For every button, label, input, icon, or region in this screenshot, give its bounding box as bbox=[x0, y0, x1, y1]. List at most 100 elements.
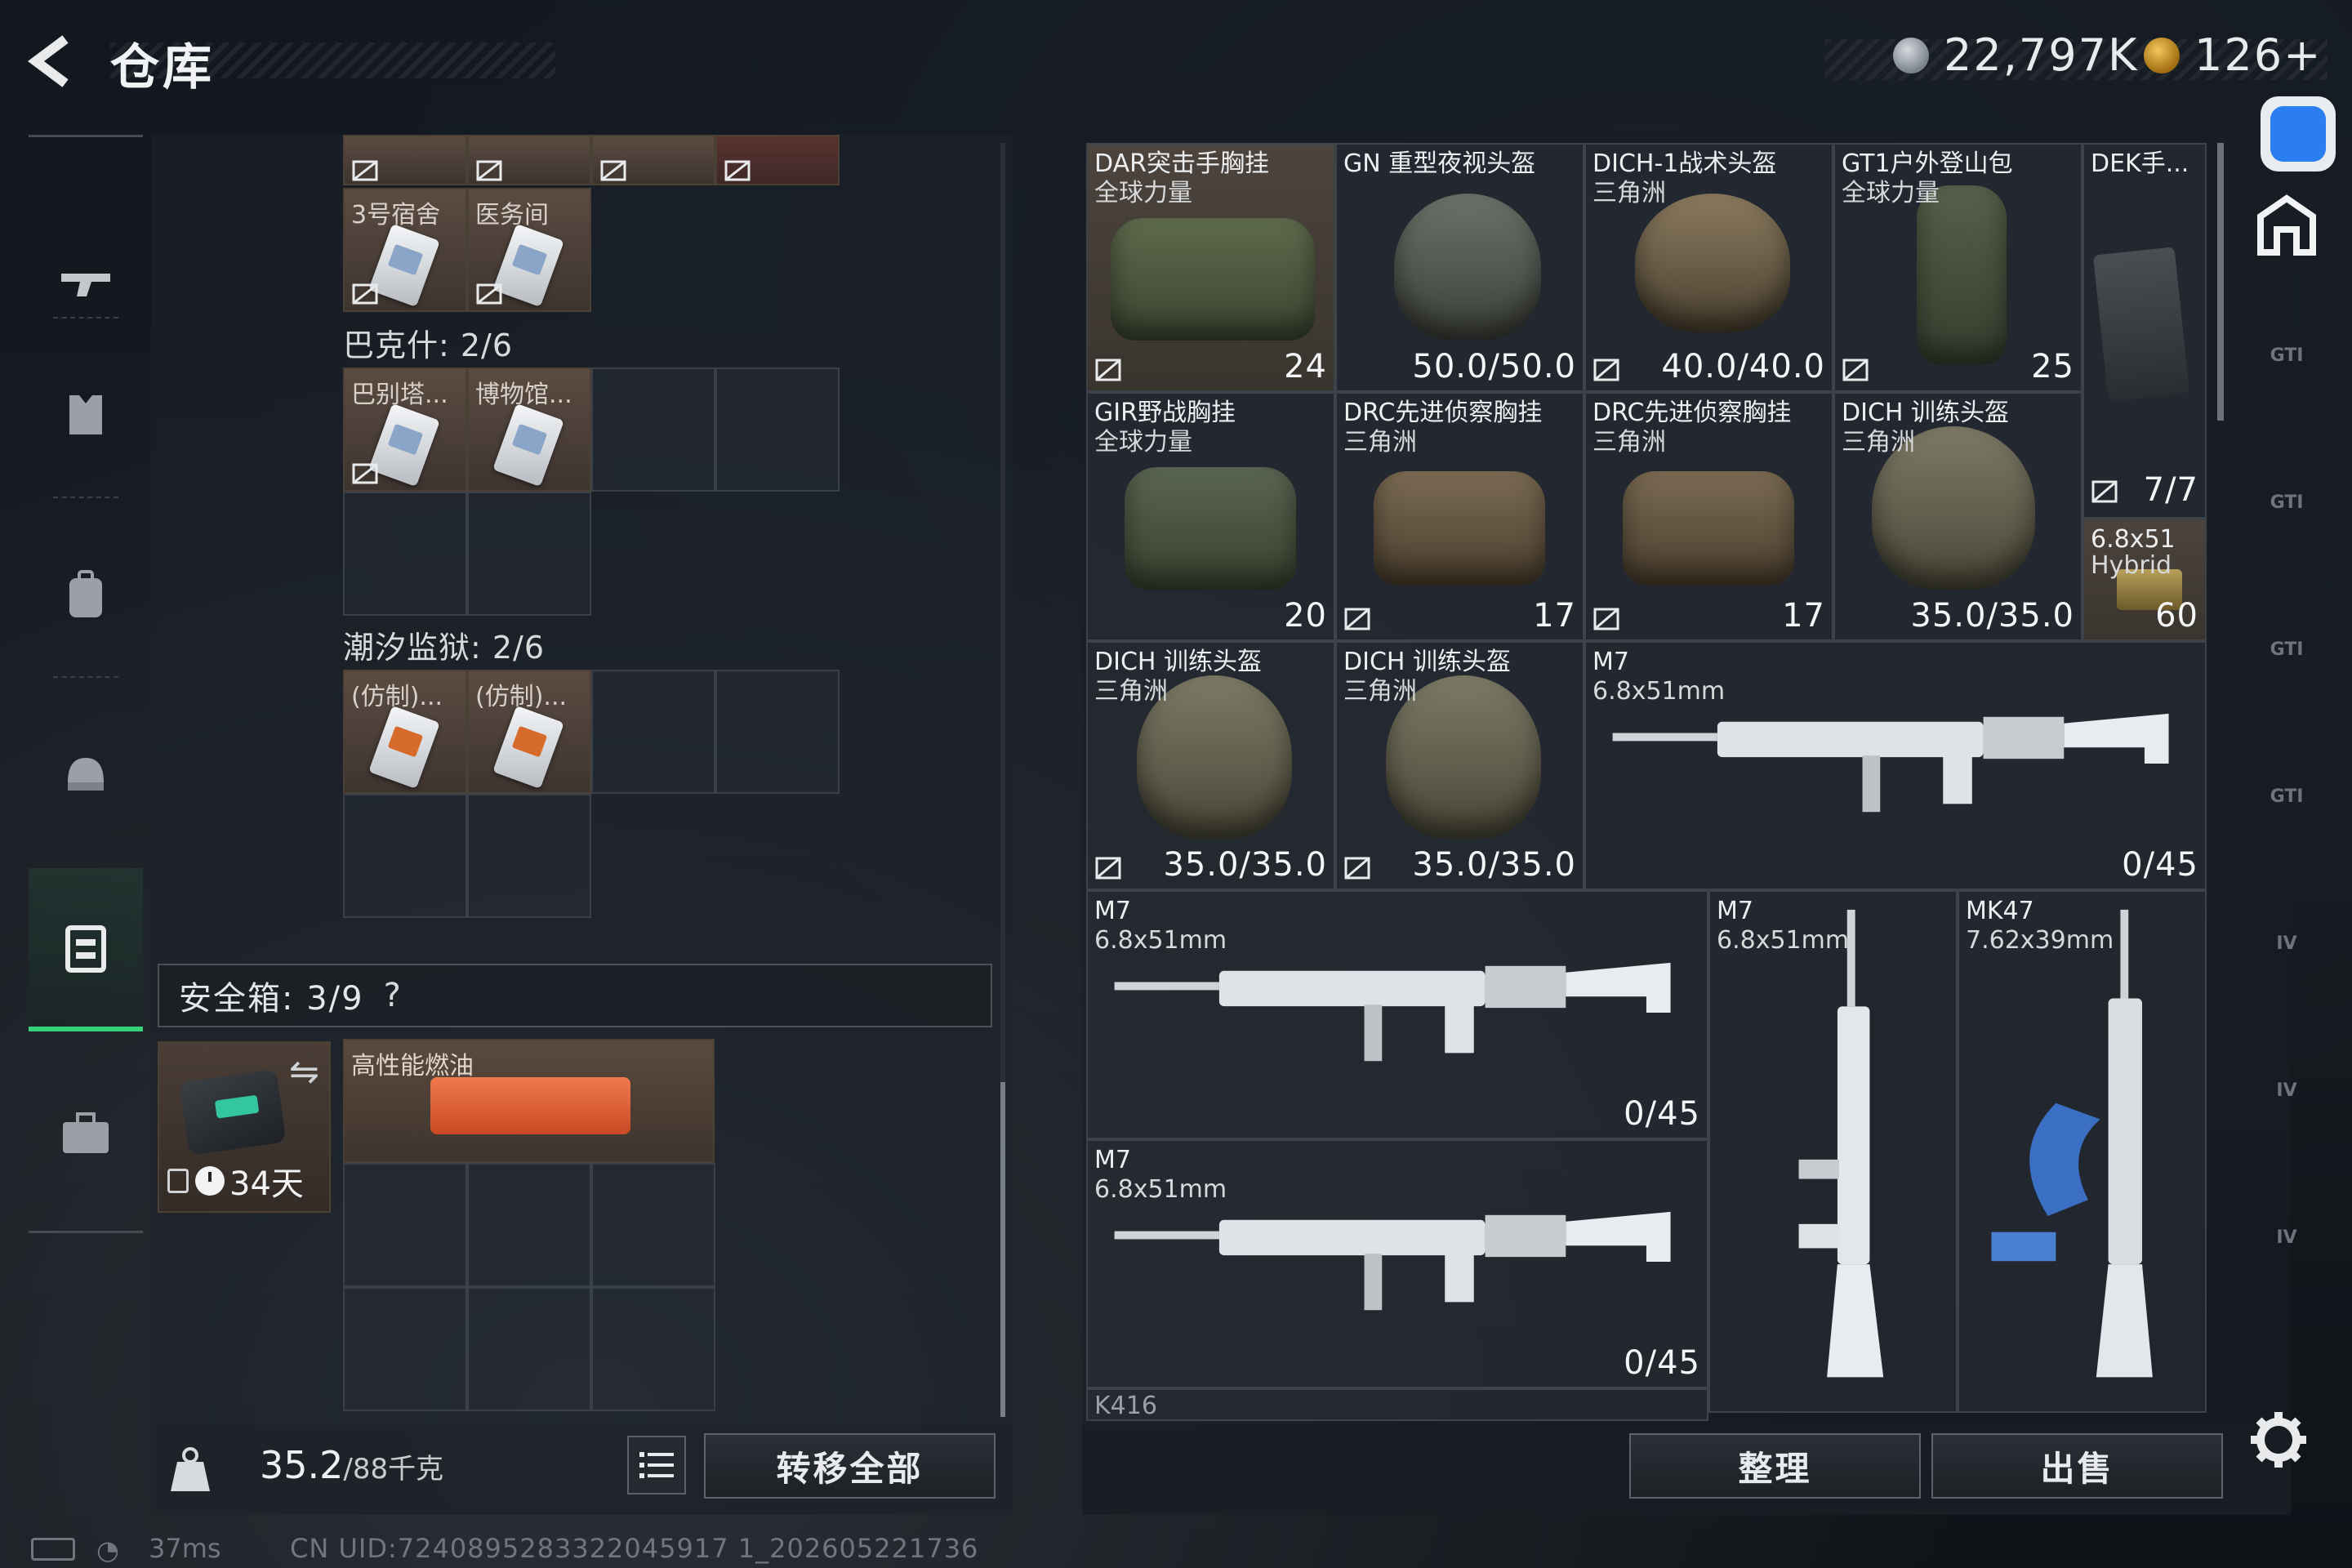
key-card-label: 博物馆... bbox=[475, 381, 572, 409]
storage-scrollbar[interactable] bbox=[2217, 143, 2224, 421]
warehouse-tab[interactable]: IV bbox=[2238, 882, 2336, 1004]
empty-slot[interactable] bbox=[591, 1287, 715, 1411]
warehouse-tab[interactable]: GTI bbox=[2238, 588, 2336, 710]
tab-label: GTI bbox=[2270, 639, 2304, 660]
swap-icon[interactable]: ⇋ bbox=[289, 1051, 319, 1093]
item-source: 三角洲 bbox=[1094, 677, 1168, 706]
storage-item[interactable]: GIR野战胸挂 全球力量 20 bbox=[1086, 392, 1335, 641]
back-button[interactable] bbox=[24, 33, 82, 90]
list-view-button[interactable] bbox=[627, 1436, 686, 1494]
empty-slot[interactable] bbox=[343, 794, 467, 918]
transfer-all-button[interactable]: 转移全部 bbox=[704, 1433, 996, 1499]
storage-item[interactable]: K416 bbox=[1086, 1388, 1708, 1421]
storage-item[interactable]: DRC先进侦察胸挂 三角洲 17 bbox=[1584, 392, 1833, 641]
inventory-scrollbar[interactable] bbox=[1000, 143, 1005, 1417]
currency-silver-value: 22,797K bbox=[1944, 29, 2139, 81]
empty-slot[interactable] bbox=[343, 492, 467, 616]
key-card-slot[interactable]: (仿制)... bbox=[343, 670, 467, 794]
storage-item[interactable]: DRC先进侦察胸挂 三角洲 17 bbox=[1335, 392, 1584, 641]
storage-item[interactable]: M7 6.8x51mm 0/45 bbox=[1086, 890, 1708, 1139]
key-card-slot[interactable]: (仿制)... bbox=[467, 670, 591, 794]
storage-item[interactable]: GN 重型夜视头盔 50.0/50.0 bbox=[1335, 143, 1584, 392]
item-durability: 35.0/35.0 bbox=[1163, 846, 1327, 884]
item-source: 三角洲 bbox=[1592, 428, 1666, 457]
empty-slot[interactable] bbox=[467, 794, 591, 918]
key-card-slot[interactable]: 3号宿舍 bbox=[343, 188, 467, 312]
empty-slot[interactable] bbox=[343, 1287, 467, 1411]
nav-case[interactable] bbox=[29, 1052, 143, 1215]
item-source: 三角洲 bbox=[1343, 428, 1417, 457]
warehouse-tab-main[interactable] bbox=[2238, 163, 2336, 286]
help-icon[interactable]: ? bbox=[384, 977, 401, 1014]
currency-silver[interactable]: 22,797K bbox=[1893, 29, 2138, 81]
storage-item[interactable]: 6.8x51 Hybrid 60 bbox=[2082, 519, 2207, 641]
key-slot[interactable] bbox=[591, 135, 715, 185]
helmet-image bbox=[1394, 194, 1541, 341]
scrollbar-thumb[interactable] bbox=[1000, 1082, 1005, 1417]
unbind-icon bbox=[1095, 857, 1121, 880]
list-icon bbox=[639, 1452, 674, 1478]
storage-item[interactable]: MK47 7.62x39mm bbox=[1958, 890, 2207, 1413]
ping-value: 37ms bbox=[149, 1533, 221, 1564]
nav-armor[interactable] bbox=[29, 333, 143, 497]
nav-backpack[interactable] bbox=[29, 513, 143, 676]
key-slot[interactable] bbox=[715, 135, 840, 185]
section-label-tide-prison: 潮汐监狱: 2/6 bbox=[343, 630, 546, 666]
storage-item[interactable]: DAR突击手胸挂 全球力量 24 bbox=[1086, 143, 1335, 392]
item-durability: 35.0/35.0 bbox=[1412, 846, 1576, 884]
warehouse-tab[interactable]: IV bbox=[2238, 1029, 2336, 1152]
accessibility-button[interactable] bbox=[2261, 96, 2336, 172]
key-slot[interactable] bbox=[467, 135, 591, 185]
item-name: DRC先进侦察胸挂 bbox=[1343, 399, 1543, 427]
empty-slot[interactable] bbox=[343, 1163, 467, 1287]
nav-rig[interactable] bbox=[29, 693, 143, 856]
safe-item-fuel[interactable]: 高性能燃油 bbox=[343, 1039, 715, 1163]
key-card-slot[interactable]: 博物馆... bbox=[467, 368, 591, 492]
chest-rig-image bbox=[1623, 471, 1794, 586]
empty-slot[interactable] bbox=[591, 670, 715, 794]
key-slot[interactable] bbox=[343, 135, 467, 185]
item-ammo: 0/45 bbox=[1624, 1344, 1700, 1382]
key-card-slot[interactable]: 医务间 bbox=[467, 188, 591, 312]
empty-slot[interactable] bbox=[467, 492, 591, 616]
storage-item[interactable]: DICH 训练头盔 三角洲 35.0/35.0 bbox=[1833, 392, 2082, 641]
sell-button[interactable]: 出售 bbox=[1931, 1433, 2223, 1499]
safe-box-days: 34天 bbox=[229, 1165, 304, 1203]
storage-item[interactable]: DICH 训练头盔 三角洲 35.0/35.0 bbox=[1335, 641, 1584, 890]
storage-item[interactable]: GT1户外登山包 全球力量 25 bbox=[1833, 143, 2082, 392]
storage-item[interactable]: DICH 训练头盔 三角洲 35.0/35.0 bbox=[1086, 641, 1335, 890]
safe-box-duration: 34天 bbox=[167, 1157, 304, 1205]
storage-item[interactable]: M7 6.8x51mm 0/45 bbox=[1086, 1139, 1708, 1388]
item-ammo: 0/45 bbox=[2122, 846, 2198, 884]
key-card-slot[interactable]: 巴别塔... bbox=[343, 368, 467, 492]
unbind-icon bbox=[352, 283, 378, 305]
carry-weight-value: 35.2 bbox=[260, 1443, 344, 1487]
unbind-icon bbox=[2091, 480, 2118, 503]
storage-item[interactable]: DEK手... 7/7 bbox=[2082, 143, 2207, 519]
warehouse-tab[interactable]: GTI bbox=[2238, 294, 2336, 416]
safe-box-item[interactable]: ⇋ 34天 bbox=[158, 1041, 331, 1213]
empty-slot[interactable] bbox=[715, 368, 840, 492]
storage-item[interactable]: M7 6.8x51mm 0/45 bbox=[1584, 641, 2207, 890]
empty-slot[interactable] bbox=[467, 1287, 591, 1411]
item-name: DRC先进侦察胸挂 bbox=[1592, 399, 1792, 427]
sort-button[interactable]: 整理 bbox=[1629, 1433, 1921, 1499]
empty-slot[interactable] bbox=[467, 1163, 591, 1287]
item-name: GN 重型夜视头盔 bbox=[1343, 149, 1536, 178]
item-name: M7 bbox=[1094, 897, 1131, 925]
warehouse-tab[interactable]: IV bbox=[2238, 1176, 2336, 1298]
nav-storage[interactable] bbox=[29, 868, 143, 1031]
empty-slot[interactable] bbox=[715, 670, 840, 794]
gear-icon[interactable] bbox=[2247, 1409, 2310, 1471]
item-name: DICH 训练头盔 bbox=[1842, 399, 2009, 427]
storage-item[interactable]: M7 6.8x51mm bbox=[1708, 890, 1958, 1413]
nav-separator bbox=[53, 676, 118, 678]
empty-slot[interactable] bbox=[591, 368, 715, 492]
top-bar: 仓库 22,797K 126+ bbox=[0, 0, 2352, 122]
currency-gold[interactable]: 126+ bbox=[2144, 29, 2322, 81]
warehouse-tab[interactable]: GTI bbox=[2238, 735, 2336, 858]
storage-item[interactable]: DICH-1战术头盔 三角洲 40.0/40.0 bbox=[1584, 143, 1833, 392]
empty-slot[interactable] bbox=[591, 1163, 715, 1287]
warehouse-tab[interactable]: GTI bbox=[2238, 441, 2336, 564]
item-uses: 7/7 bbox=[2143, 471, 2198, 509]
